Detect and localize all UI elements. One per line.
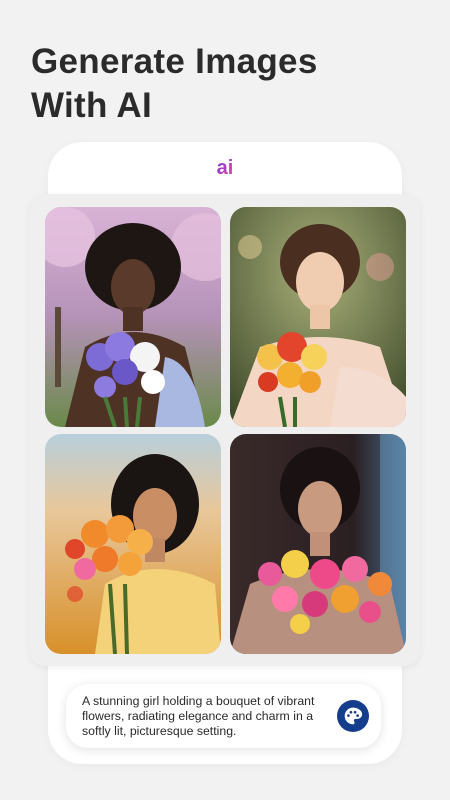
headline: Generate Images With AI [31, 40, 431, 128]
generated-image-4[interactable] [230, 434, 406, 654]
ai-logo-icon: ai [213, 155, 237, 179]
generated-image-1[interactable] [45, 207, 221, 427]
headline-line-2: With AI [31, 86, 153, 125]
palette-button[interactable] [337, 700, 369, 732]
prompt-text: A stunning girl holding a bouquet of vib… [82, 694, 315, 738]
svg-text:ai: ai [217, 157, 234, 178]
generated-image-3[interactable] [45, 434, 221, 654]
prompt-box[interactable]: A stunning girl holding a bouquet of vib… [66, 684, 381, 748]
palette-icon [344, 707, 363, 725]
headline-line-1: Generate Images [31, 42, 318, 81]
generated-image-2[interactable] [230, 207, 406, 427]
